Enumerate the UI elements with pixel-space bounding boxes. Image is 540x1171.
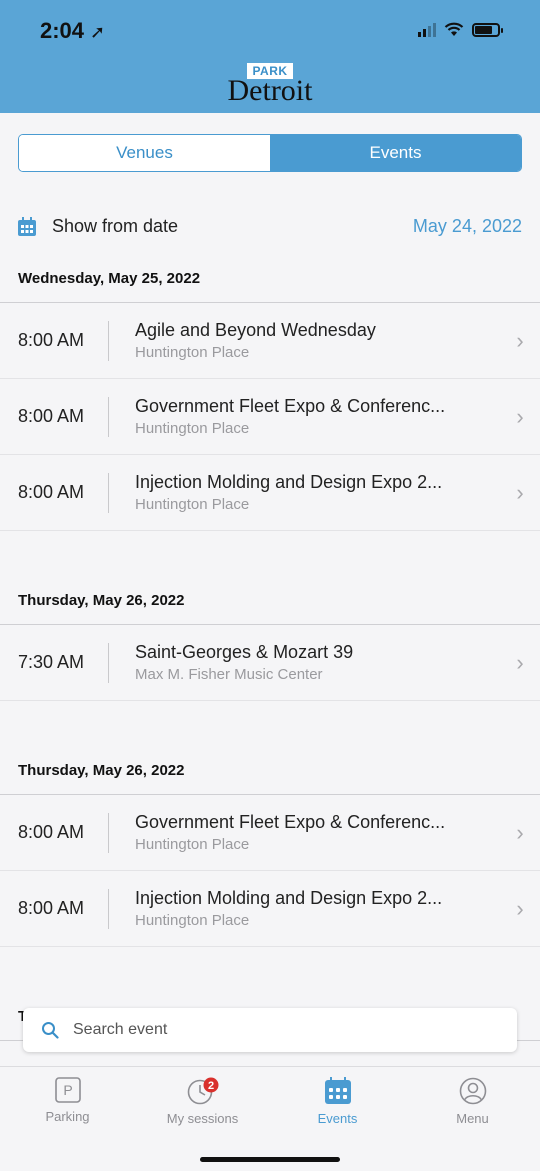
- day-header: Thursday, May 26, 2022: [0, 577, 540, 625]
- chevron-right-icon: ›: [516, 819, 524, 845]
- row-divider: [108, 642, 109, 683]
- event-time: 8:00 AM: [18, 406, 85, 426]
- events-list: Wednesday, May 25, 2022 8:00 AM Agile an…: [0, 255, 540, 1041]
- event-row[interactable]: 8:00 AM Government Fleet Expo & Conferen…: [0, 379, 540, 455]
- row-divider: [108, 472, 109, 513]
- row-divider: [108, 320, 109, 361]
- event-row[interactable]: 8:00 AM Injection Molding and Design Exp…: [0, 455, 540, 531]
- event-row[interactable]: 7:30 AM Saint-Georges & Mozart 39 Max M.…: [0, 625, 540, 701]
- event-title: Saint-Georges & Mozart 39: [135, 642, 354, 662]
- park-detroit-logo: PARK Detroit: [0, 62, 540, 107]
- calendar-grid-icon: [324, 1077, 351, 1104]
- show-from-date-row[interactable]: Show from date May 24, 2022: [18, 212, 522, 240]
- search-placeholder: Search event: [73, 1021, 168, 1038]
- calendar-icon: [18, 216, 36, 236]
- home-indicator: [200, 1157, 340, 1162]
- parking-icon: P: [54, 1077, 81, 1103]
- day-header: Thursday, May 26, 2022: [0, 747, 540, 795]
- event-venue: Huntington Place: [135, 420, 250, 437]
- bottom-tab-bar: P Parking 2 My sessions Events Menu: [0, 1066, 540, 1171]
- cellular-signal-icon: [418, 22, 436, 37]
- chevron-right-icon: ›: [516, 327, 524, 353]
- row-divider: [108, 888, 109, 929]
- tab-parking-label: Parking: [45, 1109, 90, 1124]
- location-arrow-icon: ➚: [90, 22, 106, 42]
- tab-events-nav[interactable]: Events: [270, 1067, 405, 1171]
- battery-icon: [472, 22, 503, 37]
- chevron-right-icon: ›: [516, 479, 524, 505]
- tab-venues[interactable]: Venues: [19, 135, 270, 171]
- tab-parking[interactable]: P Parking: [0, 1067, 135, 1171]
- tab-events[interactable]: Events: [270, 135, 521, 171]
- chevron-right-icon: ›: [516, 649, 524, 675]
- search-icon: [42, 1022, 59, 1039]
- event-row[interactable]: 8:00 AM Government Fleet Expo & Conferen…: [0, 795, 540, 871]
- event-row[interactable]: 8:00 AM Agile and Beyond Wednesday Hunti…: [0, 303, 540, 379]
- status-icons: [418, 22, 503, 37]
- logo-city-text: Detroit: [227, 74, 313, 107]
- search-event-input[interactable]: Search event: [23, 1008, 517, 1052]
- row-divider: [108, 396, 109, 437]
- event-time: 7:30 AM: [18, 652, 85, 672]
- event-venue: Huntington Place: [135, 836, 250, 853]
- event-venue: Max M. Fisher Music Center: [135, 666, 323, 683]
- venues-events-segmented-control: Venues Events: [18, 134, 522, 172]
- sessions-clock-icon: 2: [187, 1077, 218, 1105]
- status-time: 2:04 ➚: [40, 18, 105, 44]
- event-venue: Huntington Place: [135, 912, 250, 929]
- tab-my-sessions-label: My sessions: [166, 1111, 239, 1126]
- event-row[interactable]: 8:00 AM Injection Molding and Design Exp…: [0, 871, 540, 947]
- event-venue: Huntington Place: [135, 496, 250, 513]
- event-title: Agile and Beyond Wednesday: [135, 320, 376, 340]
- tab-my-sessions[interactable]: 2 My sessions: [135, 1067, 270, 1171]
- chevron-right-icon: ›: [516, 403, 524, 429]
- event-title: Government Fleet Expo & Conferenc...: [135, 812, 446, 832]
- chevron-right-icon: ›: [516, 895, 524, 921]
- selected-date-value[interactable]: May 24, 2022: [413, 216, 522, 237]
- event-time: 8:00 AM: [18, 898, 85, 918]
- svg-text:2: 2: [207, 1080, 213, 1092]
- event-time: 8:00 AM: [18, 330, 85, 350]
- app-header: 2:04 ➚ PARK Detroit: [0, 0, 540, 113]
- tab-menu[interactable]: Menu: [405, 1067, 540, 1171]
- tab-events-nav-label: Events: [317, 1111, 358, 1126]
- row-divider: [108, 812, 109, 853]
- event-time: 8:00 AM: [18, 482, 85, 502]
- wifi-icon: [444, 22, 464, 36]
- day-header: Wednesday, May 25, 2022: [0, 255, 540, 303]
- tab-menu-label: Menu: [456, 1111, 489, 1126]
- user-profile-icon: [459, 1077, 486, 1105]
- event-time: 8:00 AM: [18, 822, 85, 842]
- event-venue: Huntington Place: [135, 344, 250, 361]
- svg-text:P: P: [63, 1082, 72, 1098]
- event-title: Injection Molding and Design Expo 2...: [135, 472, 443, 492]
- event-title: Injection Molding and Design Expo 2...: [135, 888, 443, 908]
- show-from-date-label: Show from date: [52, 215, 179, 236]
- event-title: Government Fleet Expo & Conferenc...: [135, 396, 446, 416]
- status-time-text: 2:04: [40, 18, 85, 43]
